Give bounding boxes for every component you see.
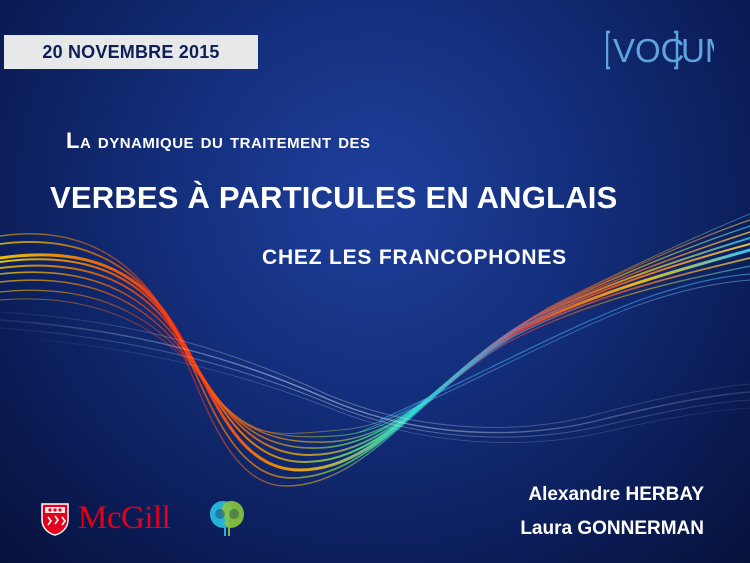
- title-line-1: La dynamique du traitement des: [66, 128, 371, 153]
- svg-text:UM: UM: [681, 32, 714, 69]
- vocum-logo: VOC UM: [606, 30, 714, 70]
- title-line-3: CHEZ LES FRANCOPHONES: [262, 246, 567, 269]
- date-banner: 20 NOVEMBRE 2015: [4, 35, 258, 69]
- author-name: Alexandre HERBAY: [528, 484, 704, 505]
- presentation-date: 20 NOVEMBRE 2015: [42, 41, 220, 62]
- rainbow-wave-decoration: [0, 213, 750, 487]
- svg-text:VOC: VOC: [613, 32, 685, 69]
- mcgill-crest-icon: [41, 502, 69, 536]
- author-name: Laura GONNERMAN: [520, 518, 704, 539]
- title-slide: 20 NOVEMBRE 2015 VOC UM La dynamique du …: [0, 0, 750, 563]
- mcgill-logo: McGill: [40, 500, 171, 537]
- title-line-2: VERBES À PARTICULES EN ANGLAIS: [50, 180, 618, 215]
- two-heads-icon: [210, 501, 244, 536]
- mcgill-wordmark: McGill: [78, 500, 171, 536]
